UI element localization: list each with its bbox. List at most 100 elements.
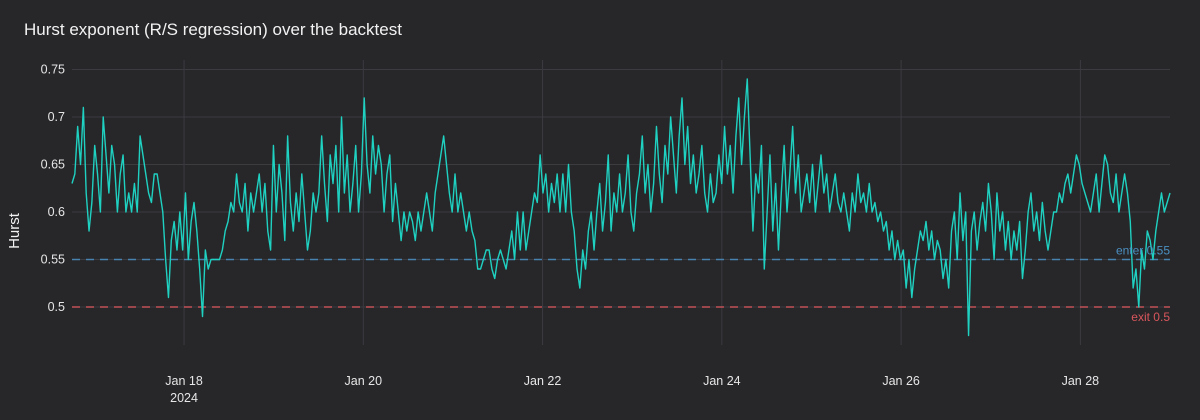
- data-point: [975, 248, 979, 252]
- data-point: [618, 172, 622, 176]
- data-point: [288, 201, 292, 205]
- data-point: [419, 229, 423, 233]
- data-point: [706, 210, 710, 214]
- data-point: [1026, 210, 1030, 214]
- data-point: [115, 210, 119, 214]
- data-point: [1057, 191, 1061, 195]
- data-point: [933, 258, 937, 262]
- data-point: [782, 144, 786, 148]
- data-point: [410, 220, 414, 224]
- data-point: [643, 191, 647, 195]
- data-point: [229, 201, 233, 205]
- data-point: [487, 248, 491, 252]
- data-point: [808, 201, 812, 205]
- data-point: [1106, 163, 1110, 167]
- data-point: [776, 248, 780, 252]
- data-point: [166, 296, 170, 300]
- data-point: [501, 258, 505, 262]
- data-point: [654, 125, 658, 129]
- data-point: [240, 210, 244, 214]
- data-point: [496, 258, 500, 262]
- data-point: [986, 182, 990, 186]
- data-point: [141, 153, 145, 157]
- data-point: [757, 191, 761, 195]
- data-point: [271, 144, 275, 148]
- data-point: [1131, 286, 1135, 290]
- data-point: [626, 153, 630, 157]
- data-point: [1037, 239, 1041, 243]
- data-point: [1032, 229, 1036, 233]
- data-point: [1162, 210, 1166, 214]
- data-point: [879, 210, 883, 214]
- data-point: [910, 296, 914, 300]
- data-point: [845, 210, 849, 214]
- data-point: [847, 229, 851, 233]
- data-point: [640, 134, 644, 138]
- data-point: [938, 248, 942, 252]
- data-point: [535, 201, 539, 205]
- y-tick-label: 0.5: [48, 300, 65, 314]
- data-point: [862, 191, 866, 195]
- grid: [72, 60, 1170, 345]
- data-point: [189, 220, 193, 224]
- data-point: [881, 229, 885, 233]
- data-point: [388, 153, 392, 157]
- data-point: [408, 210, 412, 214]
- data-point: [118, 172, 122, 176]
- data-point: [357, 210, 361, 214]
- data-point: [978, 220, 982, 224]
- data-point: [1040, 201, 1044, 205]
- data-point: [947, 286, 951, 290]
- data-point: [391, 220, 395, 224]
- data-point: [325, 220, 329, 224]
- data-point: [464, 229, 468, 233]
- data-point: [473, 239, 477, 243]
- data-point: [354, 144, 358, 148]
- data-point: [286, 134, 290, 138]
- data-point: [632, 229, 636, 233]
- data-point: [331, 182, 335, 186]
- data-point: [351, 182, 355, 186]
- data-point: [768, 153, 772, 157]
- data-point: [70, 182, 74, 186]
- data-point: [135, 210, 139, 214]
- data-point: [995, 191, 999, 195]
- data-point: [515, 210, 519, 214]
- data-point: [490, 267, 494, 271]
- x-tick-label: Jan 24: [703, 374, 741, 388]
- y-tick-label: 0.7: [48, 110, 65, 124]
- data-point: [1094, 172, 1098, 176]
- data-point: [544, 172, 548, 176]
- data-point: [572, 229, 576, 233]
- data-point: [935, 239, 939, 243]
- data-point: [269, 248, 273, 252]
- data-point: [805, 172, 809, 176]
- data-point: [714, 191, 718, 195]
- data-point: [873, 201, 877, 205]
- x-axis-ticks: Jan 18 2024 Jan 20 Jan 22 Jan 24 Jan 26 Jan 28: [165, 374, 1099, 405]
- data-point: [870, 210, 874, 214]
- data-point: [612, 191, 616, 195]
- data-point: [592, 248, 596, 252]
- data-point: [541, 191, 545, 195]
- data-point: [1049, 229, 1053, 233]
- data-point: [323, 182, 327, 186]
- data-point: [927, 248, 931, 252]
- data-point: [328, 153, 332, 157]
- data-point: [904, 286, 908, 290]
- data-point: [802, 191, 806, 195]
- data-point: [147, 191, 151, 195]
- data-point: [1165, 201, 1169, 205]
- reference-lines: [72, 258, 1170, 308]
- data-point: [674, 191, 678, 195]
- data-point: [413, 239, 417, 243]
- data-point: [944, 258, 948, 262]
- data-point: [586, 229, 590, 233]
- data-point: [1080, 182, 1084, 186]
- data-point: [660, 201, 664, 205]
- data-point: [799, 210, 803, 214]
- data-point: [498, 248, 502, 252]
- data-point: [734, 134, 738, 138]
- data-point: [603, 201, 607, 205]
- data-point: [890, 229, 894, 233]
